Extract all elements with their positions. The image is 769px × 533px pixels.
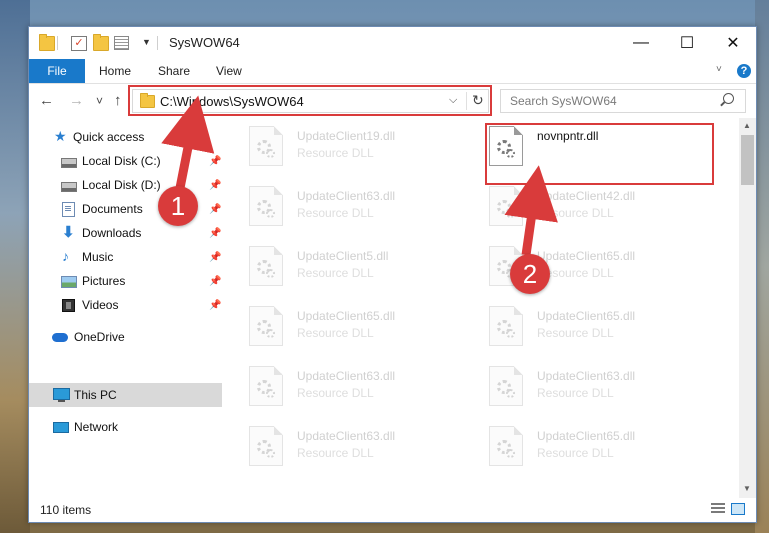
callout-badge-1: 1	[158, 186, 198, 226]
callout-arrows	[161, 95, 558, 256]
arrow-1	[161, 95, 215, 189]
callout-badge-2: 2	[510, 254, 550, 294]
arrow-2	[504, 165, 558, 256]
